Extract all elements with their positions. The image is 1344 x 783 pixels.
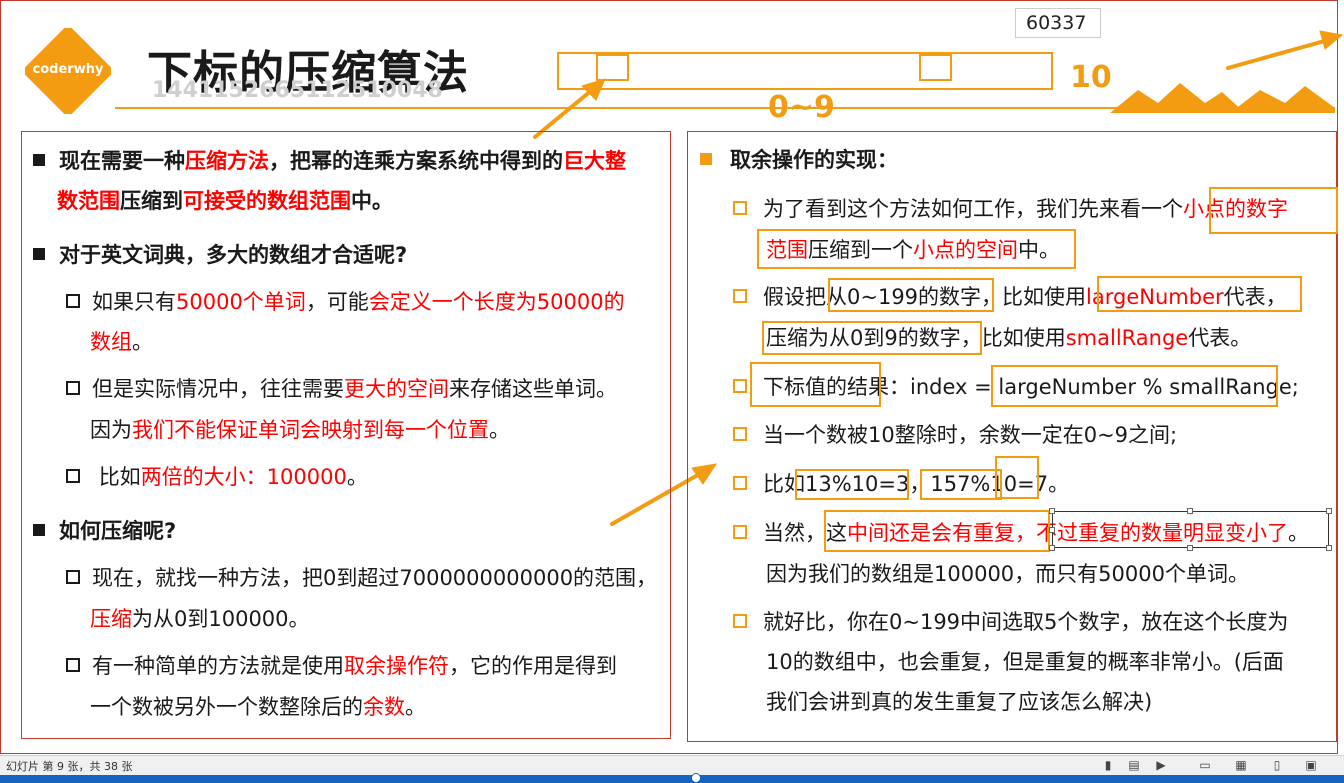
highlight-box: [1097, 276, 1302, 312]
square-bullet-icon: [33, 248, 45, 260]
rbullet-duplicates-cont: 因为我们的数组是100000，而只有50000个单词。: [766, 562, 1249, 586]
rbullet-analogy-cont2: 我们会讲到真的发生重复了应该怎么解决): [766, 690, 1153, 714]
presentation-window: coderwhy 下标的压缩算法 1441152665112510048 10 …: [0, 0, 1344, 783]
subbullet-double-size: 比如两倍的大小：100000。: [66, 462, 368, 492]
orange-hollow-bullet-icon: [733, 614, 747, 628]
square-bullet-icon: [33, 154, 45, 166]
resize-handle[interactable]: [1049, 508, 1055, 514]
bullet-how-compress: 如何压缩呢?: [33, 516, 176, 546]
orange-hollow-bullet-icon: [733, 379, 747, 393]
reading-icon[interactable]: ▯: [1269, 758, 1285, 772]
hollow-bullet-icon: [66, 469, 80, 483]
highlight-box: [824, 510, 1050, 552]
subbullet-bigger-space-cont: 因为我们不能保证单词会映射到每一个位置。: [90, 418, 510, 442]
resize-handle[interactable]: [1187, 545, 1193, 551]
orange-hollow-bullet-icon: [733, 525, 747, 539]
subbullet-find-method-cont: 压缩为从0到100000。: [90, 607, 310, 631]
highlight-box: [762, 321, 982, 355]
rbullet-analogy: 就好比，你在0~199中间选取5个数字，放在这个长度为: [733, 607, 1288, 637]
highlight-box: [828, 278, 994, 312]
resize-handle[interactable]: [1049, 545, 1055, 551]
orange-square-bullet-icon: [700, 153, 712, 165]
highlight-box: [995, 456, 1039, 499]
bullet-compression-need-cont: 数范围压缩到可接受的数组范围中。: [57, 189, 393, 213]
bullet-dictionary-size: 对于英文词典，多大的数组才合适呢?: [33, 240, 407, 270]
bullet-compression-need: 现在需要一种压缩方法，把幂的连乘方案系统中得到的巨大整: [33, 146, 626, 176]
resize-handle[interactable]: [1326, 508, 1332, 514]
heading-modulo-impl: 取余操作的实现：: [700, 145, 898, 175]
subbullet-bigger-space: 但是实际情况中，往往需要更大的空间来存储这些单词。: [66, 374, 617, 404]
subbullet-modulo-operator-cont: 一个数被另外一个数整除后的余数。: [90, 695, 426, 719]
slide-sorter-icon[interactable]: ▦: [1233, 758, 1249, 772]
subbullet-50000-words: 如果只有50000个单词，可能会定义一个长度为50000的: [66, 287, 625, 317]
subbullet-find-method: 现在，就找一种方法，把0到超过7000000000000的范围，: [66, 563, 657, 593]
orange-hollow-bullet-icon: [733, 201, 747, 215]
square-bullet-icon: [33, 524, 45, 536]
slideshow-icon[interactable]: ▶: [1153, 758, 1169, 772]
resize-handle[interactable]: [1049, 527, 1055, 533]
video-progress-bar[interactable]: [0, 775, 1344, 783]
hollow-bullet-icon: [66, 294, 80, 308]
highlight-box: [795, 469, 909, 500]
notes-icon[interactable]: ▮: [1100, 758, 1116, 772]
orange-hollow-bullet-icon: [733, 289, 747, 303]
status-bar: 幻灯片 第 9 张，共 38 张 ▮ ▤ ▶ ▭ ▦ ▯ ▣: [0, 755, 1344, 775]
resize-handle[interactable]: [1187, 508, 1193, 514]
hollow-bullet-icon: [66, 381, 80, 395]
orange-hollow-bullet-icon: [733, 476, 747, 490]
highlight-box: [991, 365, 1278, 407]
normal-view-icon[interactable]: ▭: [1197, 758, 1213, 772]
subbullet-modulo-operator: 有一种简单的方法就是使用取余操作符，它的作用是得到: [66, 651, 617, 681]
progress-knob[interactable]: [691, 773, 701, 783]
highlight-box: [1209, 187, 1338, 234]
rbullet-analogy-cont1: 10的数组中，也会重复，但是重复的概率非常小。(后面: [766, 650, 1284, 674]
orange-hollow-bullet-icon: [733, 427, 747, 441]
reading-view-icon[interactable]: ▤: [1126, 758, 1142, 772]
highlight-box: [920, 469, 1002, 500]
highlight-box: [757, 229, 1076, 269]
highlight-box: [750, 362, 881, 407]
hollow-bullet-icon: [66, 570, 80, 584]
resize-handle[interactable]: [1326, 545, 1332, 551]
selected-text-box[interactable]: [1052, 511, 1329, 548]
subbullet-50000-words-cont: 数组。: [90, 330, 153, 354]
rbullet-remainder-range: 当一个数被10整除时，余数一定在0~9之间;: [733, 420, 1177, 450]
hollow-bullet-icon: [66, 658, 80, 672]
fit-icon[interactable]: ▣: [1303, 758, 1319, 772]
rbullet-small-range: 为了看到这个方法如何工作，我们先来看一个小点的数字: [733, 194, 1288, 224]
slide-counter-text: 幻灯片 第 9 张，共 38 张: [6, 760, 133, 773]
